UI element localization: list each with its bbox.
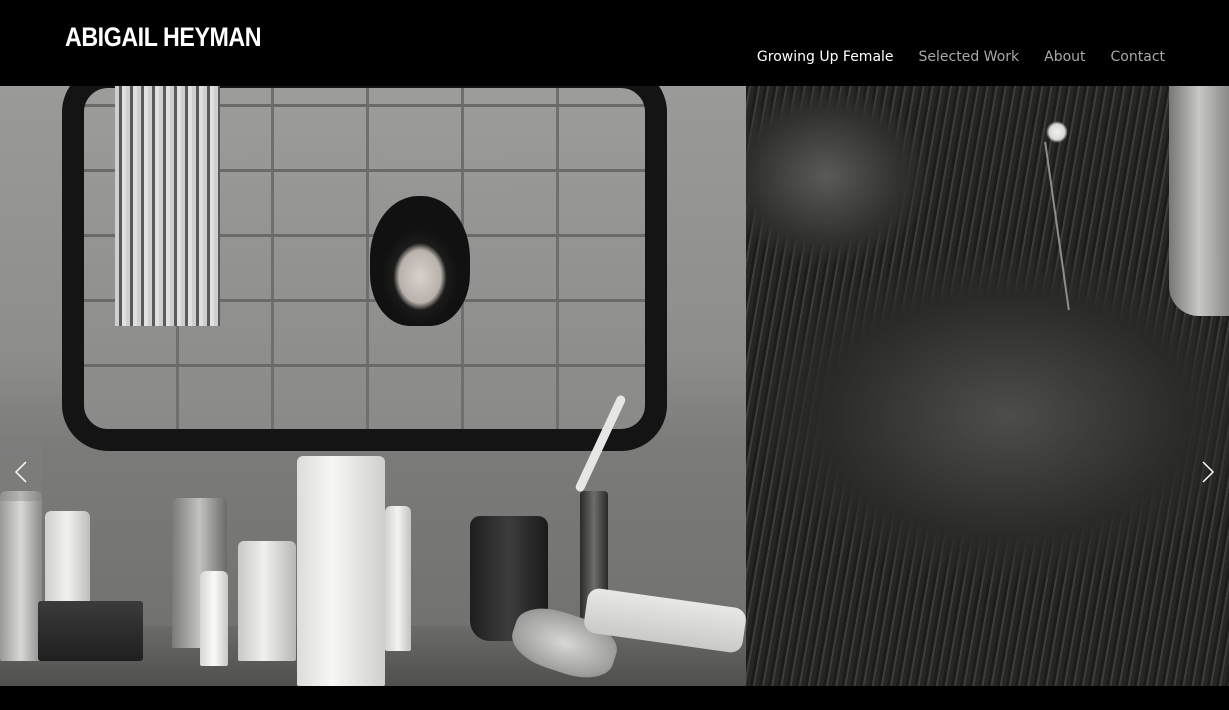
bottle-shape xyxy=(238,541,296,661)
chevron-left-icon xyxy=(14,460,27,483)
face-reflection-shape xyxy=(370,196,470,326)
site-logo[interactable]: ABIGAIL HEYMAN xyxy=(65,22,262,53)
slide-photo-grass[interactable] xyxy=(746,86,1229,686)
page: ABIGAIL HEYMAN Growing Up Female Selecte… xyxy=(0,0,1229,710)
slide-photo-mirror[interactable] xyxy=(0,86,748,686)
nav-item-growing-up-female[interactable]: Growing Up Female xyxy=(757,49,894,65)
nav-item-about[interactable]: About xyxy=(1044,49,1085,65)
nav-item-contact[interactable]: Contact xyxy=(1111,49,1165,65)
bottle-shape xyxy=(0,491,42,661)
flower-stem-shape xyxy=(1044,141,1070,311)
bottle-shape xyxy=(200,571,228,666)
tree-trunk-shape xyxy=(1169,86,1229,316)
bottle-shape xyxy=(297,456,385,686)
nav-item-selected-work[interactable]: Selected Work xyxy=(919,49,1020,65)
next-slide-button[interactable] xyxy=(1187,442,1229,501)
photo-slideshow xyxy=(0,86,1229,686)
chevron-right-icon xyxy=(1202,460,1215,483)
footer-bar xyxy=(0,686,1229,710)
prev-slide-button[interactable] xyxy=(0,442,42,501)
site-header: ABIGAIL HEYMAN Growing Up Female Selecte… xyxy=(0,0,1229,86)
bottle-shape xyxy=(45,511,90,606)
box-shape xyxy=(38,601,143,661)
shower-curtain-shape xyxy=(115,86,220,326)
flower-shape xyxy=(1046,121,1068,143)
bottle-shape xyxy=(385,506,411,651)
main-nav: Growing Up Female Selected Work About Co… xyxy=(757,49,1165,65)
